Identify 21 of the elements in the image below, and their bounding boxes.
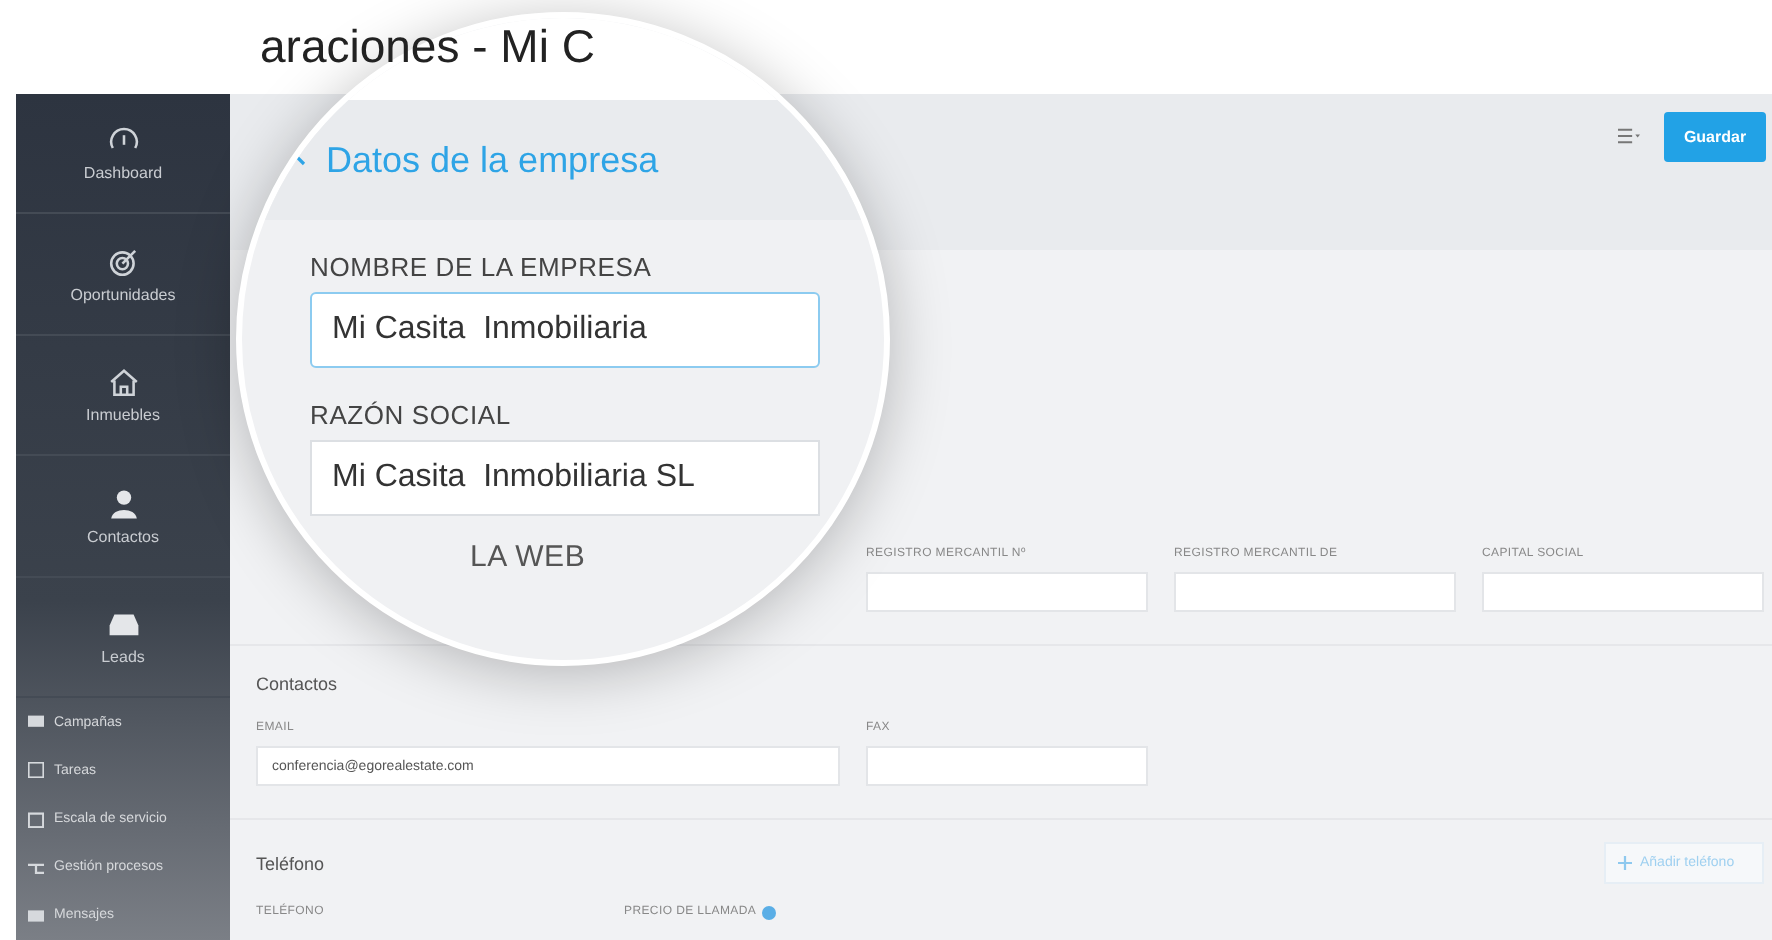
section-title: Contactos bbox=[256, 674, 340, 694]
field-label: NOMBRE DE LA EMPRESA bbox=[310, 252, 654, 286]
input-field[interactable] bbox=[866, 746, 1148, 786]
input-field[interactable] bbox=[866, 572, 1148, 612]
save-button[interactable]: Guardar bbox=[1664, 112, 1766, 162]
input-field[interactable] bbox=[1482, 572, 1764, 612]
section-title: Datos de la empresa bbox=[326, 139, 659, 181]
menu-icon[interactable] bbox=[1618, 128, 1640, 144]
flow-icon bbox=[28, 859, 44, 876]
input-field[interactable]: Mi Casita Inmobiliaria SL bbox=[310, 440, 820, 516]
field-label: RAZÓN SOCIAL bbox=[310, 400, 513, 434]
house-icon bbox=[107, 366, 139, 399]
page-title: araciones - Mi C bbox=[260, 20, 595, 74]
chevron-icon[interactable] bbox=[294, 154, 306, 166]
info-icon[interactable] bbox=[762, 906, 777, 920]
plus-icon bbox=[1618, 856, 1632, 870]
input-field[interactable]: Mi Casita Inmobiliaria bbox=[310, 292, 820, 368]
person-icon bbox=[107, 487, 139, 520]
target-icon bbox=[107, 245, 139, 278]
input-field[interactable] bbox=[1174, 572, 1456, 612]
section-title: Teléfono bbox=[256, 853, 325, 873]
